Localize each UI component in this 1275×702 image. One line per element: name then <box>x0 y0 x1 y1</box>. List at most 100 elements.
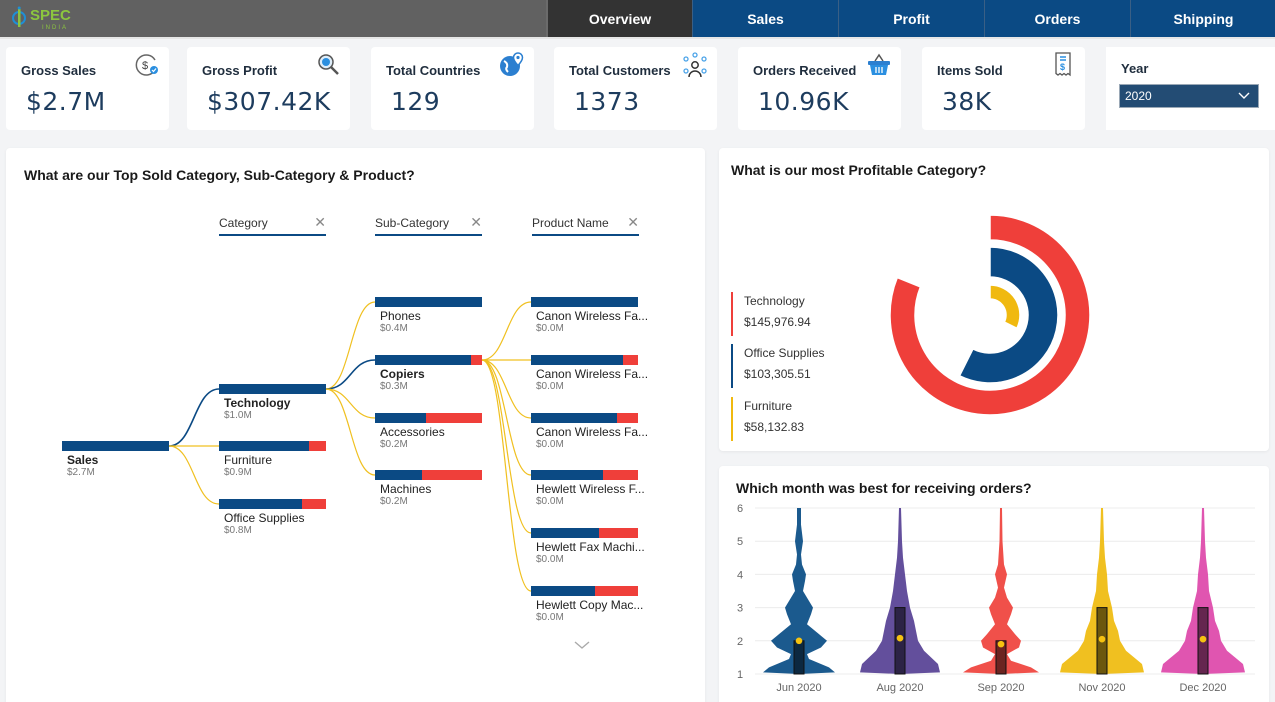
node-bar <box>531 528 638 538</box>
legend-name: Furniture <box>744 399 793 413</box>
y-tick-label: 6 <box>737 503 743 515</box>
node-bar <box>531 586 638 596</box>
kpi-title: Items Sold <box>937 63 1003 78</box>
y-tick-label: 1 <box>737 669 743 681</box>
mean-marker <box>896 634 904 642</box>
node-label: Hewlett Copy Mac... <box>536 598 644 612</box>
tree-link <box>481 359 532 592</box>
tree-link <box>168 445 220 505</box>
node-value: $0.4M <box>380 323 408 334</box>
legend-name: Technology <box>744 294 805 308</box>
node-label: Hewlett Fax Machi... <box>536 540 645 554</box>
kpi-orders-received: Orders Received 10.96K <box>738 47 901 130</box>
profit-title: What is our most Profitable Category? <box>731 162 987 178</box>
node-bar-remainder <box>308 441 326 451</box>
node-label: Phones <box>380 309 421 323</box>
node-bar-remainder <box>595 586 638 596</box>
kpi-value: 10.96K <box>758 87 849 116</box>
radial-bar-technology[interactable] <box>889 214 1091 416</box>
x-tick-label: Sep 2020 <box>977 682 1024 694</box>
receipt-icon: $ <box>1055 52 1071 77</box>
mean-marker <box>997 640 1005 648</box>
kpi-items-sold: Items Sold 38K $ <box>922 47 1085 130</box>
y-tick-label: 4 <box>737 569 743 581</box>
tree-connectors <box>168 301 532 592</box>
radial-bar-chart <box>889 214 1091 416</box>
tab-sales[interactable]: Sales <box>692 0 838 37</box>
kpi-value: 38K <box>942 87 992 116</box>
node-value: $0.9M <box>224 467 252 478</box>
node-bar <box>375 355 482 365</box>
tree-link <box>481 359 532 476</box>
node-bar <box>531 470 638 480</box>
node-label: Furniture <box>224 453 273 467</box>
legend-item-office-supplies[interactable]: Office Supplies $103,305.51 <box>731 344 861 388</box>
violin-chart: 1 2 3 4 5 6 Jun 2020 Aug 2020 Sep 2020 Nov 2020 De… <box>737 503 1255 694</box>
tree-link <box>481 359 532 534</box>
svg-text:$: $ <box>1060 62 1065 72</box>
mean-marker <box>1199 635 1207 643</box>
x-tick-label: Nov 2020 <box>1078 682 1125 694</box>
iqr-box <box>793 640 805 675</box>
x-tick-label: Jun 2020 <box>776 682 821 694</box>
node-bar <box>531 297 638 307</box>
node-bar-remainder <box>471 355 482 365</box>
node-value: $0.0M <box>536 612 564 623</box>
node-bar-remainder <box>623 355 638 365</box>
year-dropdown[interactable]: 2020 <box>1119 84 1259 108</box>
radial-bar-furniture[interactable] <box>989 284 1021 330</box>
node-bar-remainder <box>602 470 638 480</box>
tree-link <box>325 301 376 390</box>
y-tick-label: 3 <box>737 603 743 615</box>
legend-name: Office Supplies <box>744 346 825 360</box>
tab-orders[interactable]: Orders <box>984 0 1130 37</box>
node-bar <box>219 384 326 394</box>
legend-value: $58,132.83 <box>744 420 805 434</box>
node-value: $1.0M <box>224 410 252 421</box>
legend-item-furniture[interactable]: Furniture $58,132.83 <box>731 397 861 441</box>
year-selected-value: 2020 <box>1125 89 1152 103</box>
node-value: $0.8M <box>224 525 252 536</box>
node-label: Office Supplies <box>224 511 305 525</box>
node-value: $0.2M <box>380 496 408 507</box>
tab-profit[interactable]: Profit <box>838 0 984 37</box>
node-value: $0.0M <box>536 439 564 450</box>
node-value: $0.0M <box>536 323 564 334</box>
legend-item-technology[interactable]: Technology $145,976.94 <box>731 292 861 336</box>
tree-link <box>325 388 376 476</box>
node-bar <box>375 413 482 423</box>
kpi-title: Orders Received <box>753 63 857 78</box>
year-slicer: Year 2020 <box>1106 47 1275 130</box>
tree-link <box>325 388 376 419</box>
basket-icon <box>868 53 890 75</box>
node-value: $0.3M <box>380 381 408 392</box>
node-label: Sales <box>67 453 99 467</box>
tree-link <box>325 359 376 390</box>
node-value: $2.7M <box>67 467 95 478</box>
legend-value: $103,305.51 <box>744 367 811 381</box>
node-label: Hewlett Wireless F... <box>536 482 645 496</box>
node-bar-remainder <box>599 528 638 538</box>
node-bar <box>219 499 326 509</box>
node-label: Copiers <box>380 367 425 381</box>
node-bar <box>219 441 326 451</box>
node-bar <box>62 441 169 451</box>
node-label: Canon Wireless Fa... <box>536 309 649 323</box>
y-tick-label: 5 <box>737 536 743 548</box>
chevron-down-icon[interactable] <box>574 640 590 650</box>
node-bar-remainder <box>422 470 482 480</box>
violin-title: Which month was best for receiving order… <box>736 480 1032 496</box>
tab-shipping[interactable]: Shipping <box>1130 0 1275 37</box>
node-value: $0.0M <box>536 496 564 507</box>
x-tick-label: Aug 2020 <box>876 682 923 694</box>
y-tick-label: 2 <box>737 636 743 648</box>
node-bar <box>375 297 482 307</box>
node-bar-remainder <box>616 413 638 423</box>
node-bar-remainder <box>302 499 326 509</box>
node-value: $0.0M <box>536 554 564 565</box>
node-value: $0.0M <box>536 381 564 392</box>
node-bar <box>531 413 638 423</box>
year-label: Year <box>1121 61 1149 76</box>
node-label: Canon Wireless Fa... <box>536 367 649 381</box>
node-label: Canon Wireless Fa... <box>536 425 649 439</box>
